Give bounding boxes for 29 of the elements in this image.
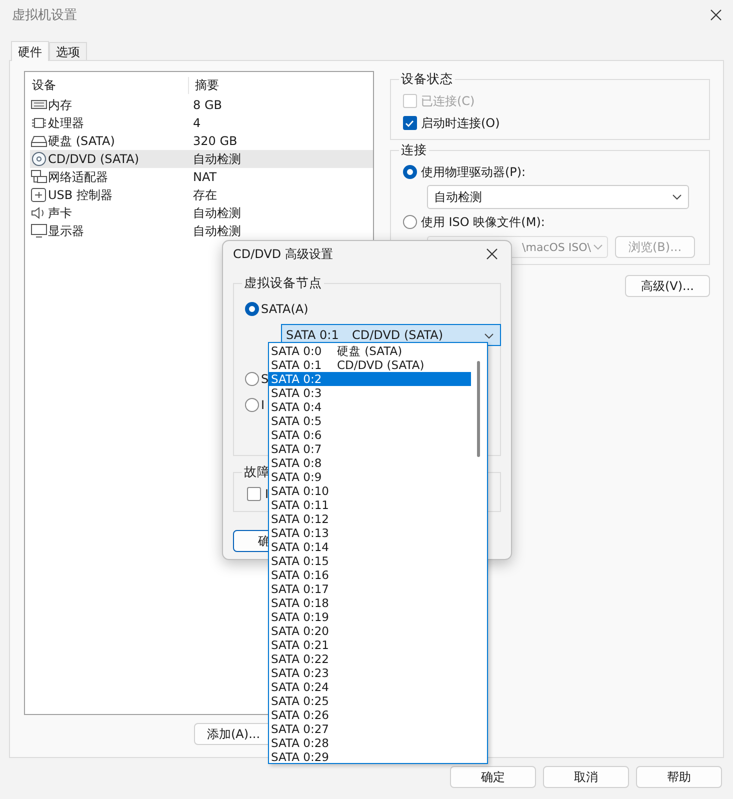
dialog-title: CD/DVD 高级设置 bbox=[233, 246, 333, 262]
device-summary: 自动检测 bbox=[192, 150, 241, 168]
device-name: 硬盘 (SATA) bbox=[48, 132, 115, 150]
device-name: CD/DVD (SATA) bbox=[48, 152, 140, 166]
device-summary: 4 bbox=[192, 116, 201, 130]
radio-label: SATA(A) bbox=[261, 302, 308, 316]
checkbox-label: 启动时连接(O) bbox=[420, 114, 500, 132]
device-name: 内存 bbox=[48, 96, 72, 114]
window-title: 虚拟机设置 bbox=[12, 7, 77, 24]
device-summary: 自动检测 bbox=[192, 222, 241, 240]
device-name: USB 控制器 bbox=[48, 186, 112, 204]
device-summary: NAT bbox=[192, 170, 217, 184]
group-title: 连接 bbox=[398, 142, 429, 159]
radio-label: I bbox=[261, 398, 265, 412]
group-title: 虚拟设备节点 bbox=[242, 275, 324, 292]
device-summary: 存在 bbox=[192, 186, 217, 204]
device-name: 网络适配器 bbox=[48, 168, 108, 186]
device-summary: 320 GB bbox=[192, 134, 238, 148]
device-name: 显示器 bbox=[48, 222, 84, 240]
device-name: 声卡 bbox=[48, 204, 72, 222]
radio-label: 使用物理驱动器(P): bbox=[420, 164, 526, 180]
checkbox-label: 已连接(C) bbox=[420, 92, 475, 110]
checkbox-label: I bbox=[265, 487, 269, 501]
radio-label: S bbox=[261, 372, 269, 386]
device-name: 处理器 bbox=[48, 114, 84, 132]
device-summary: 自动检测 bbox=[192, 204, 241, 222]
device-summary: 8 GB bbox=[192, 98, 222, 112]
radio-label: 使用 ISO 映像文件(M): bbox=[420, 214, 545, 230]
group-title: 设备状态 bbox=[398, 71, 455, 88]
